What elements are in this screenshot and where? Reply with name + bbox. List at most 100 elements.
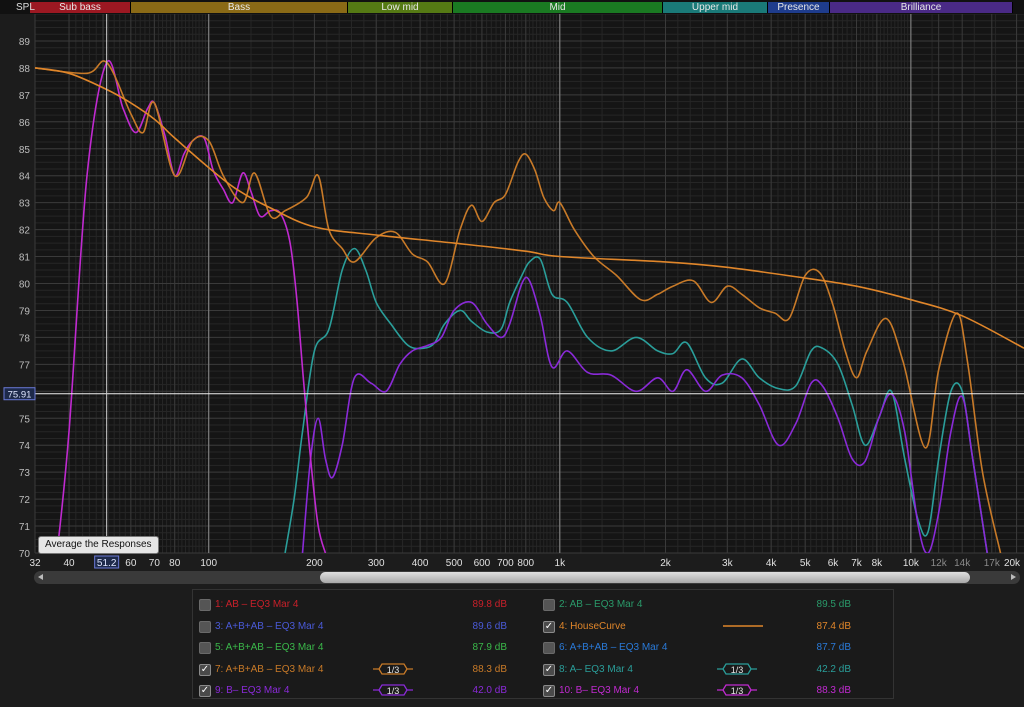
legend-item-9[interactable]: ✓ 9: B– EQ3 Mar 4 1/3 42.0 dB: [199, 683, 539, 699]
x-tick-label: 4k: [766, 558, 778, 569]
x-tick-label: 3k: [722, 558, 734, 569]
smoothing-badge: 1/3: [373, 663, 413, 675]
checkbox[interactable]: ✓: [199, 685, 211, 697]
major-grid: [34, 14, 1024, 554]
legend-label: 7: A+B+AB – EQ3 Mar 4: [215, 664, 324, 675]
y-tick-label: 89: [19, 37, 31, 48]
horizontal-scrollbar[interactable]: [34, 571, 1020, 584]
y-tick-label: 81: [19, 253, 31, 264]
x-tick-label: 2k: [660, 558, 672, 569]
legend-item-10[interactable]: ✓ 10: B– EQ3 Mar 4 1/3 88.3 dB: [543, 683, 883, 699]
checkbox[interactable]: [543, 599, 555, 611]
y-tick-label: 85: [19, 145, 31, 156]
measurement-legend: 1: AB – EQ3 Mar 4 89.8 dB 2: AB – EQ3 Mar …: [192, 589, 894, 699]
svg-text:1/3: 1/3: [731, 686, 744, 696]
legend-value: 89.6 dB: [472, 621, 507, 632]
legend-item-1[interactable]: 1: AB – EQ3 Mar 4 89.8 dB: [199, 597, 539, 613]
x-tick-label: 32: [29, 558, 41, 569]
legend-label: 1: AB – EQ3 Mar 4: [215, 599, 299, 610]
band-bass[interactable]: Bass: [131, 2, 348, 13]
band-presence[interactable]: Presence: [768, 2, 830, 13]
checkbox[interactable]: [543, 642, 555, 654]
spl-axis-label: SPL: [16, 2, 35, 13]
checkbox[interactable]: [199, 621, 211, 633]
legend-item-3[interactable]: 3: A+B+AB – EQ3 Mar 4 89.6 dB: [199, 619, 539, 635]
checkbox[interactable]: ✓: [199, 664, 211, 676]
legend-value: 42.2 dB: [816, 664, 851, 675]
legend-item-4[interactable]: ✓ 4: HouseCurve 87.4 dB: [543, 619, 883, 635]
x-tick-label: 14k: [954, 558, 971, 569]
legend-item-5[interactable]: 5: A+B+AB – EQ3 Mar 4 87.9 dB: [199, 640, 539, 656]
cursor-y-readout: 75.91: [8, 390, 32, 401]
band-brilliance[interactable]: Brilliance: [830, 2, 1013, 13]
legend-value: 87.7 dB: [816, 642, 851, 653]
arrow-left-icon[interactable]: [38, 574, 43, 580]
legend-label: 5: A+B+AB – EQ3 Mar 4: [215, 642, 324, 653]
svg-text:1/3: 1/3: [731, 665, 744, 675]
legend-value: 87.4 dB: [816, 621, 851, 632]
smoothing-badge: 1/3: [717, 663, 757, 675]
x-tick-label: 7k: [851, 558, 863, 569]
y-tick-label: 82: [19, 226, 31, 237]
band-sub-bass[interactable]: Sub bass: [30, 2, 131, 13]
legend-item-6[interactable]: 6: A+B+AB – EQ3 Mar 4 87.7 dB: [543, 640, 883, 656]
checkbox[interactable]: [199, 642, 211, 654]
y-tick-label: 73: [19, 468, 31, 479]
x-tick-label: 40: [63, 558, 75, 569]
legend-value: 88.3 dB: [472, 664, 507, 675]
line-style-swatch: [723, 625, 763, 627]
x-tick-label: 800: [517, 558, 534, 569]
y-tick-label: 80: [19, 280, 31, 291]
y-tick-label: 77: [19, 360, 31, 371]
scrollbar-thumb[interactable]: [320, 572, 970, 583]
band-upper-mid[interactable]: Upper mid: [663, 2, 768, 13]
legend-label: 3: A+B+AB – EQ3 Mar 4: [215, 621, 324, 632]
x-tick-label: 17k: [984, 558, 1001, 569]
cursor-x-readout: 51.2: [97, 558, 117, 569]
checkbox[interactable]: ✓: [543, 685, 555, 697]
x-tick-label: 1k: [555, 558, 567, 569]
legend-label: 9: B– EQ3 Mar 4: [215, 685, 290, 696]
y-tick-label: 72: [19, 495, 31, 506]
legend-label: 10: B– EQ3 Mar 4: [559, 685, 640, 696]
frequency-response-chart[interactable]: 7071727374757677787980818283848586878889…: [0, 14, 1024, 570]
legend-label: 4: HouseCurve: [559, 621, 626, 632]
y-tick-label: 88: [19, 64, 31, 75]
smoothing-badge: 1/3: [717, 684, 757, 696]
checkbox[interactable]: [199, 599, 211, 611]
band-low-mid[interactable]: Low mid: [348, 2, 453, 13]
legend-item-2[interactable]: 2: AB – EQ3 Mar 4 89.5 dB: [543, 597, 883, 613]
x-tick-label: 5k: [800, 558, 812, 569]
x-tick-label: 70: [149, 558, 161, 569]
x-tick-label: 100: [200, 558, 217, 569]
legend-label: 8: A– EQ3 Mar 4: [559, 664, 633, 675]
checkbox[interactable]: ✓: [543, 621, 555, 633]
svg-text:1/3: 1/3: [387, 665, 400, 675]
legend-label: 2: AB – EQ3 Mar 4: [559, 599, 643, 610]
y-tick-label: 83: [19, 199, 31, 210]
x-tick-label: 700: [497, 558, 514, 569]
legend-value: 88.3 dB: [816, 685, 851, 696]
band-mid[interactable]: Mid: [453, 2, 663, 13]
x-tick-label: 600: [474, 558, 491, 569]
legend-value: 42.0 dB: [472, 685, 507, 696]
y-tick-label: 71: [19, 522, 31, 533]
x-tick-label: 12k: [931, 558, 948, 569]
legend-value: 89.8 dB: [472, 599, 507, 610]
x-tick-label: 8k: [872, 558, 884, 569]
legend-value: 89.5 dB: [816, 599, 851, 610]
legend-label: 6: A+B+AB – EQ3 Mar 4: [559, 642, 668, 653]
frequency-band-bar: Sub bass Bass Low mid Mid Upper mid Presence B…: [0, 0, 1024, 14]
y-tick-label: 74: [19, 441, 31, 452]
checkbox[interactable]: ✓: [543, 664, 555, 676]
x-tick-label: 10k: [903, 558, 920, 569]
legend-item-8[interactable]: ✓ 8: A– EQ3 Mar 4 1/3 42.2 dB: [543, 662, 883, 678]
smoothing-badge: 1/3: [373, 684, 413, 696]
y-tick-label: 87: [19, 91, 31, 102]
legend-value: 87.9 dB: [472, 642, 507, 653]
arrow-right-icon[interactable]: [1011, 574, 1016, 580]
x-tick-label: 300: [368, 558, 385, 569]
x-tick-label: 80: [169, 558, 181, 569]
y-tick-label: 79: [19, 306, 31, 317]
legend-item-7[interactable]: ✓ 7: A+B+AB – EQ3 Mar 4 1/3 88.3 dB: [199, 662, 539, 678]
